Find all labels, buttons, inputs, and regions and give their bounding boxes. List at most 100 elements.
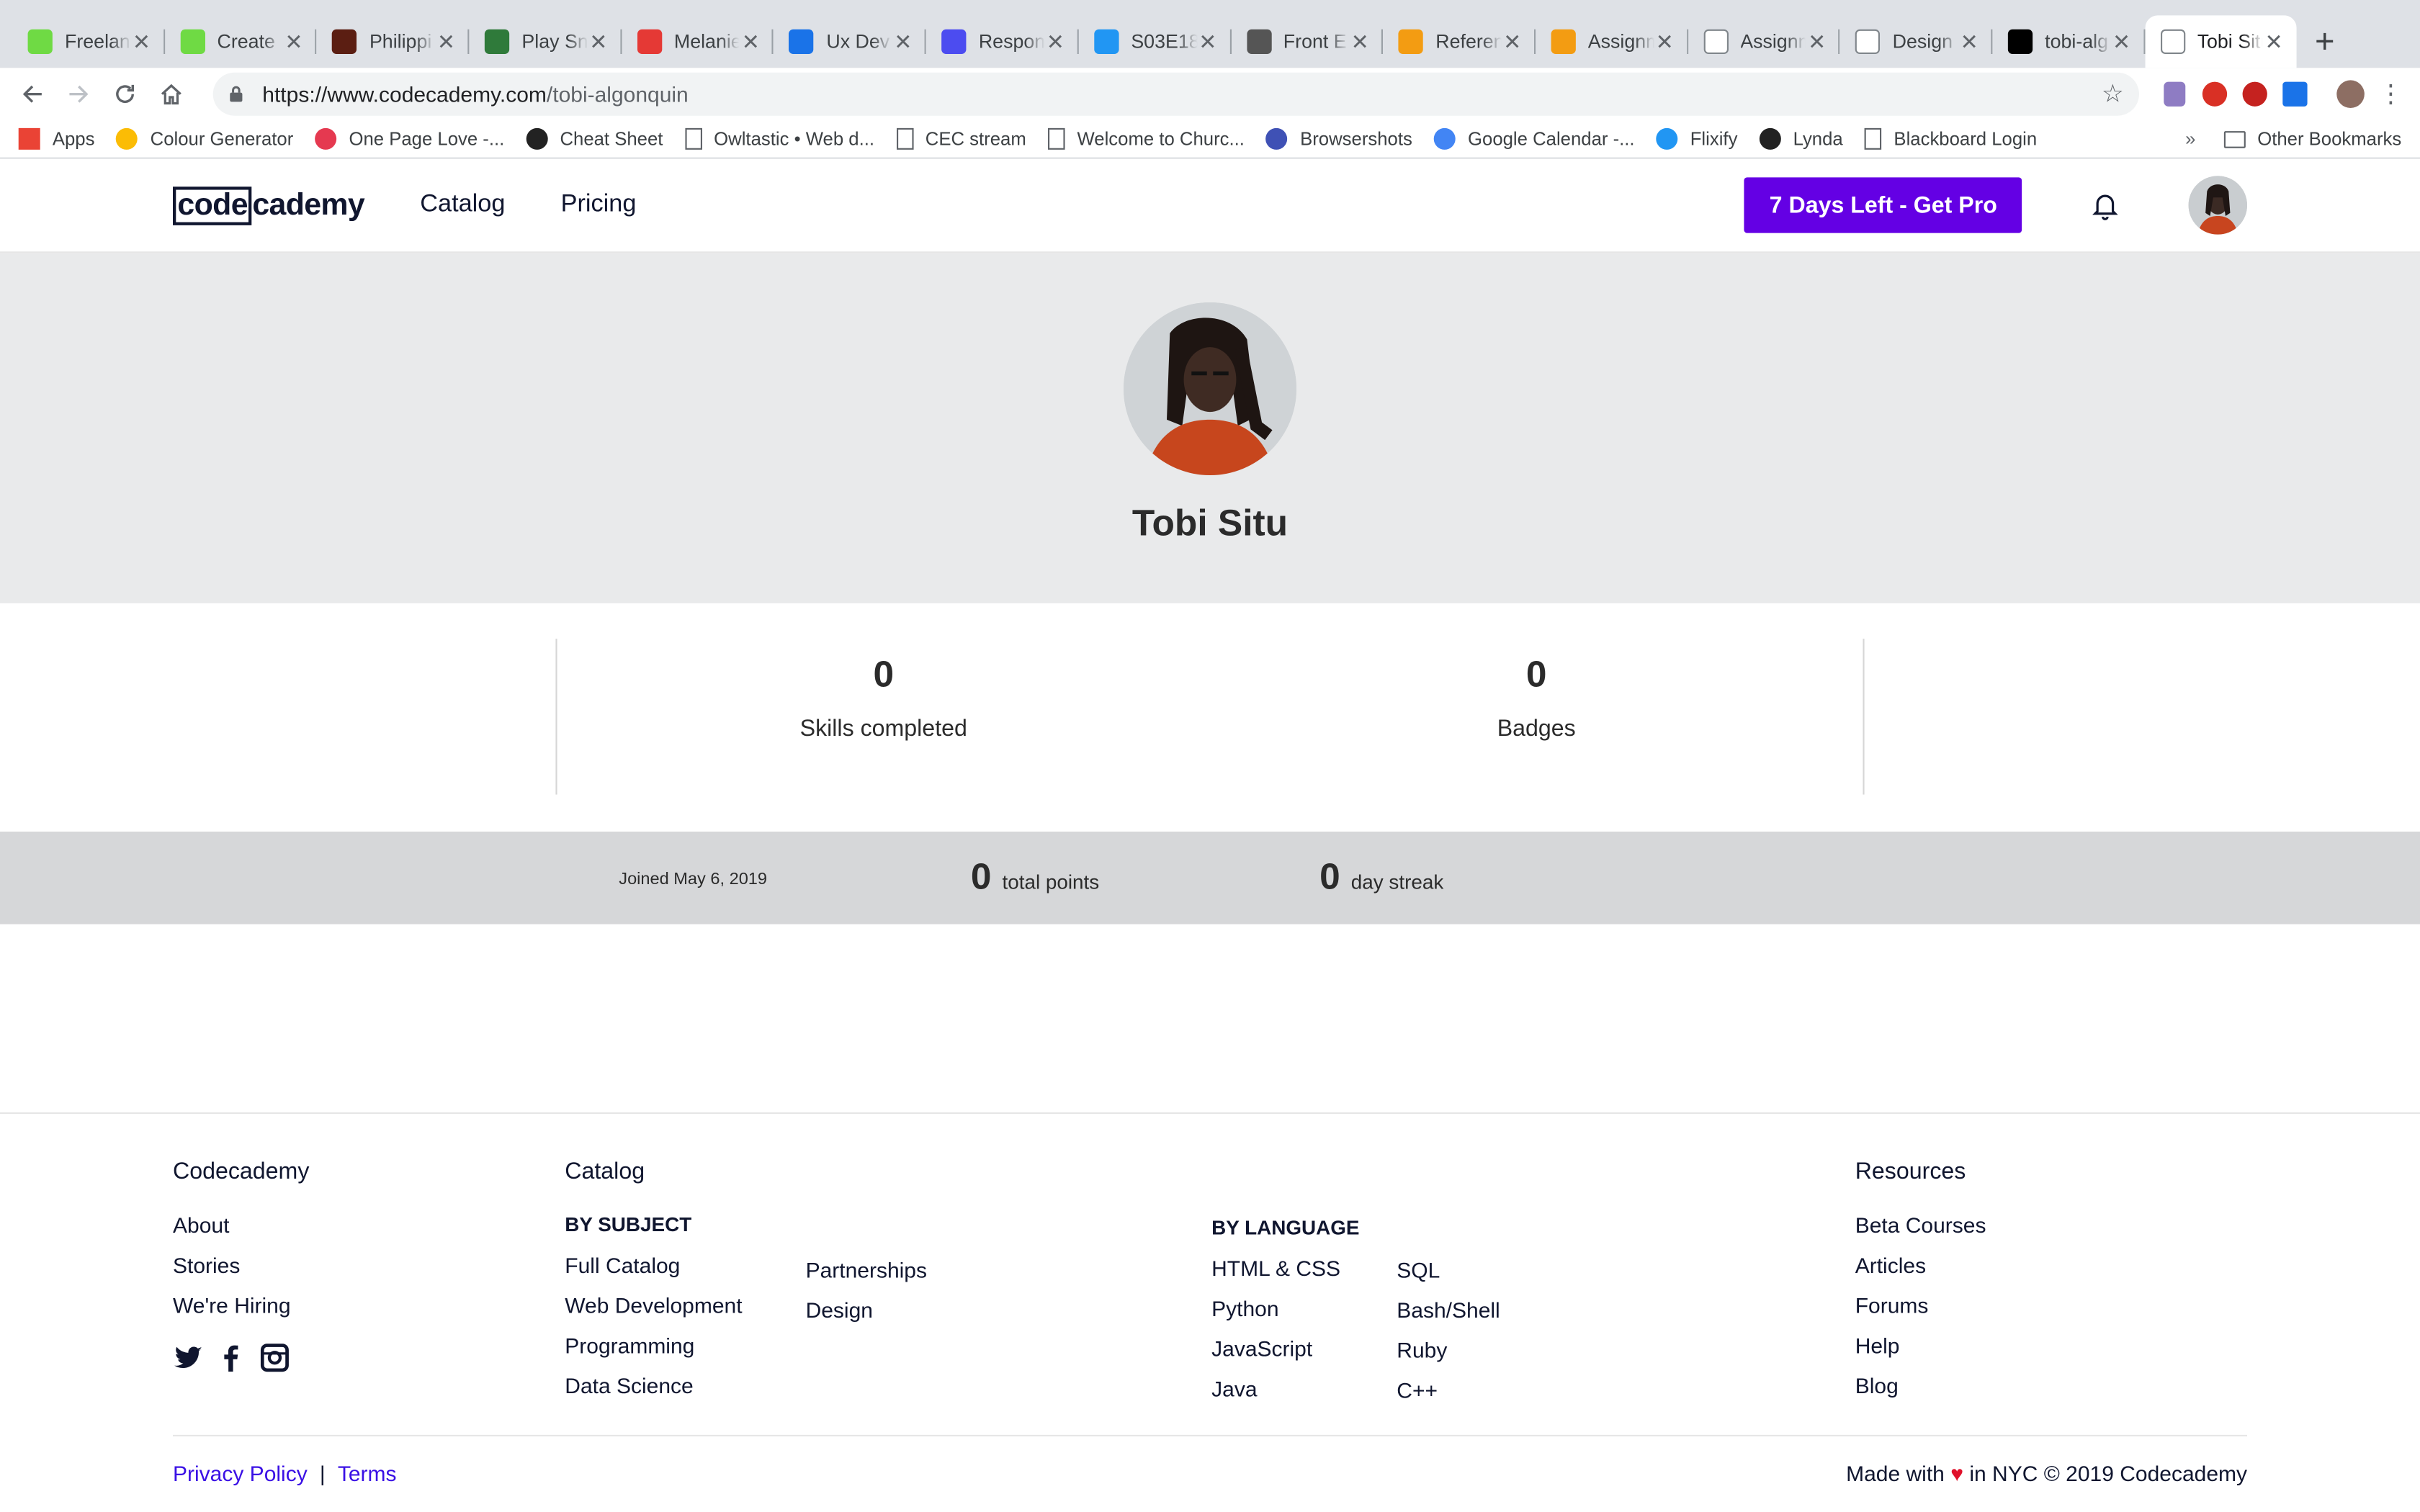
back-arrow-icon[interactable]: [9, 73, 55, 116]
bookmark-item[interactable]: CEC stream: [896, 127, 1026, 150]
total-points-value: 0: [970, 856, 992, 899]
browser-tab[interactable]: Respon ✕: [926, 15, 1078, 68]
browser-tab[interactable]: Create ✕: [165, 15, 317, 68]
footer-subject-link[interactable]: Data Science: [565, 1373, 742, 1413]
footer-resource-link[interactable]: Help: [1855, 1333, 1986, 1373]
close-tab-icon[interactable]: ✕: [435, 29, 457, 55]
other-bookmarks[interactable]: Other Bookmarks: [2223, 128, 2401, 150]
close-tab-icon[interactable]: ✕: [1958, 29, 1980, 55]
footer-subject-link[interactable]: Web Development: [565, 1293, 742, 1333]
bookmark-item[interactable]: Cheat Sheet: [526, 127, 663, 150]
close-tab-icon[interactable]: ✕: [892, 29, 914, 55]
footer-resource-link[interactable]: Forums: [1855, 1293, 1986, 1333]
bookmark-item[interactable]: Blackboard Login: [1864, 127, 2037, 150]
footer-resource-link[interactable]: Beta Courses: [1855, 1212, 1986, 1253]
browser-tab[interactable]: Freelancer✕: [12, 15, 164, 68]
bookmark-label: Colour Generator: [150, 127, 294, 150]
skills-label: Skills completed: [799, 716, 967, 742]
close-tab-icon[interactable]: ✕: [2111, 29, 2133, 55]
footer-subject-link[interactable]: Partnerships: [806, 1257, 927, 1297]
browser-tab[interactable]: Ux Dev ✕: [774, 15, 926, 68]
codecademy-logo[interactable]: code cademy: [173, 186, 365, 225]
close-tab-icon[interactable]: ✕: [1502, 29, 1523, 55]
browser-tab[interactable]: S03E18 ✕: [1078, 15, 1231, 68]
new-tab-icon[interactable]: +: [2297, 15, 2352, 68]
close-tab-icon[interactable]: ✕: [1349, 29, 1371, 55]
browser-tab[interactable]: Melanie ✕: [622, 15, 774, 68]
browser-tab[interactable]: tobi-alg ✕: [1992, 15, 2145, 68]
gear-extension-icon[interactable]: [2195, 74, 2235, 114]
close-tab-icon[interactable]: ✕: [1654, 29, 1675, 55]
bookmark-item[interactable]: Colour Generator: [116, 127, 294, 150]
browser-tab[interactable]: Philippi ✕: [317, 15, 469, 68]
nav-pricing[interactable]: Pricing: [561, 192, 637, 220]
close-tab-icon[interactable]: ✕: [740, 29, 761, 55]
bookmark-star-icon[interactable]: ☆: [2102, 78, 2124, 109]
footer-subject-link[interactable]: Full Catalog: [565, 1253, 742, 1293]
close-tab-icon[interactable]: ✕: [2263, 29, 2285, 55]
bookmark-item[interactable]: Flixify: [1656, 127, 1737, 150]
footer-language-link[interactable]: C++: [1397, 1378, 1500, 1418]
close-tab-icon[interactable]: ✕: [1197, 29, 1219, 55]
user-avatar[interactable]: [2188, 176, 2247, 235]
forward-arrow-icon[interactable]: [55, 73, 102, 116]
bookmark-item[interactable]: Apps: [18, 127, 94, 150]
footer-catalog-title: Catalog: [565, 1158, 645, 1185]
footer-resource-link[interactable]: Articles: [1855, 1253, 1986, 1293]
brightspace-icon: [1551, 29, 1576, 54]
footer-language-link[interactable]: HTML & CSS: [1211, 1256, 1359, 1296]
browser-tab[interactable]: Assignm✕: [1688, 15, 1840, 68]
footer-language-link[interactable]: SQL: [1397, 1257, 1500, 1297]
nav-catalog[interactable]: Catalog: [420, 192, 505, 220]
footer-link-stories[interactable]: Stories: [173, 1253, 309, 1293]
footer-language-link[interactable]: JavaScript: [1211, 1336, 1359, 1377]
window-extension-icon[interactable]: [2275, 74, 2316, 114]
eyedropper-extension-icon[interactable]: [2154, 74, 2195, 114]
footer-link-about[interactable]: About: [173, 1212, 309, 1253]
media-icon: [484, 29, 510, 54]
browser-tab[interactable]: Tobi Situ✕: [2144, 15, 2298, 68]
browser-tab[interactable]: Assignm✕: [1536, 15, 1688, 68]
profile-avatar-icon[interactable]: [2331, 74, 2371, 114]
browser-tab[interactable]: Design ✕: [1840, 15, 1992, 68]
home-icon[interactable]: [148, 73, 194, 116]
instagram-icon[interactable]: [259, 1342, 290, 1373]
bookmark-item[interactable]: Lynda: [1759, 127, 1843, 150]
bookmark-item[interactable]: Welcome to Churc...: [1047, 127, 1245, 150]
address-bar[interactable]: https://www.codecademy.com/tobi-algonqui…: [212, 72, 2139, 116]
privacy-policy-link[interactable]: Privacy Policy: [173, 1461, 308, 1485]
adblock-extension-icon[interactable]: [2235, 74, 2275, 114]
footer-language-link[interactable]: Bash/Shell: [1397, 1297, 1500, 1338]
browser-tab[interactable]: Referen ✕: [1383, 15, 1536, 68]
terms-link[interactable]: Terms: [338, 1461, 397, 1485]
close-tab-icon[interactable]: ✕: [1044, 29, 1066, 55]
footer-subject-link[interactable]: Programming: [565, 1333, 742, 1373]
get-pro-button[interactable]: 7 Days Left - Get Pro: [1744, 177, 2022, 233]
kebab-menu-icon[interactable]: ⋮: [2370, 74, 2411, 114]
footer-resource-link[interactable]: Blog: [1855, 1373, 1986, 1413]
close-tab-icon[interactable]: ✕: [130, 29, 152, 55]
footer-link-hiring[interactable]: We're Hiring: [173, 1293, 309, 1333]
made-with-text: Made with ♥ in NYC © 2019 Codecademy: [1846, 1461, 2247, 1485]
close-tab-icon[interactable]: ✕: [588, 29, 609, 55]
page-icon: [896, 127, 913, 150]
facebook-icon[interactable]: [216, 1342, 247, 1373]
close-tab-icon[interactable]: ✕: [283, 29, 305, 55]
browser-tab[interactable]: Play Sn ✕: [470, 15, 622, 68]
notification-bell-icon[interactable]: [2089, 190, 2120, 221]
bookmark-item[interactable]: One Page Love -...: [315, 127, 504, 150]
bookmarks-overflow-icon[interactable]: »: [2185, 128, 2195, 150]
browser-tab[interactable]: Front E ✕: [1231, 15, 1383, 68]
footer-subject-link[interactable]: Design: [806, 1297, 927, 1338]
twitter-icon[interactable]: [173, 1342, 204, 1373]
footer-language-link[interactable]: Ruby: [1397, 1338, 1500, 1378]
github-icon: [2007, 29, 2033, 54]
url-path: /tobi-algonquin: [546, 81, 689, 107]
close-tab-icon[interactable]: ✕: [1806, 29, 1828, 55]
reload-icon[interactable]: [102, 73, 148, 116]
bookmark-item[interactable]: Google Calendar -...: [1433, 127, 1635, 150]
footer-language-link[interactable]: Java: [1211, 1376, 1359, 1416]
footer-language-link[interactable]: Python: [1211, 1296, 1359, 1336]
bookmark-item[interactable]: Browsershots: [1265, 127, 1412, 150]
bookmark-item[interactable]: Owltastic • Web d...: [684, 127, 874, 150]
